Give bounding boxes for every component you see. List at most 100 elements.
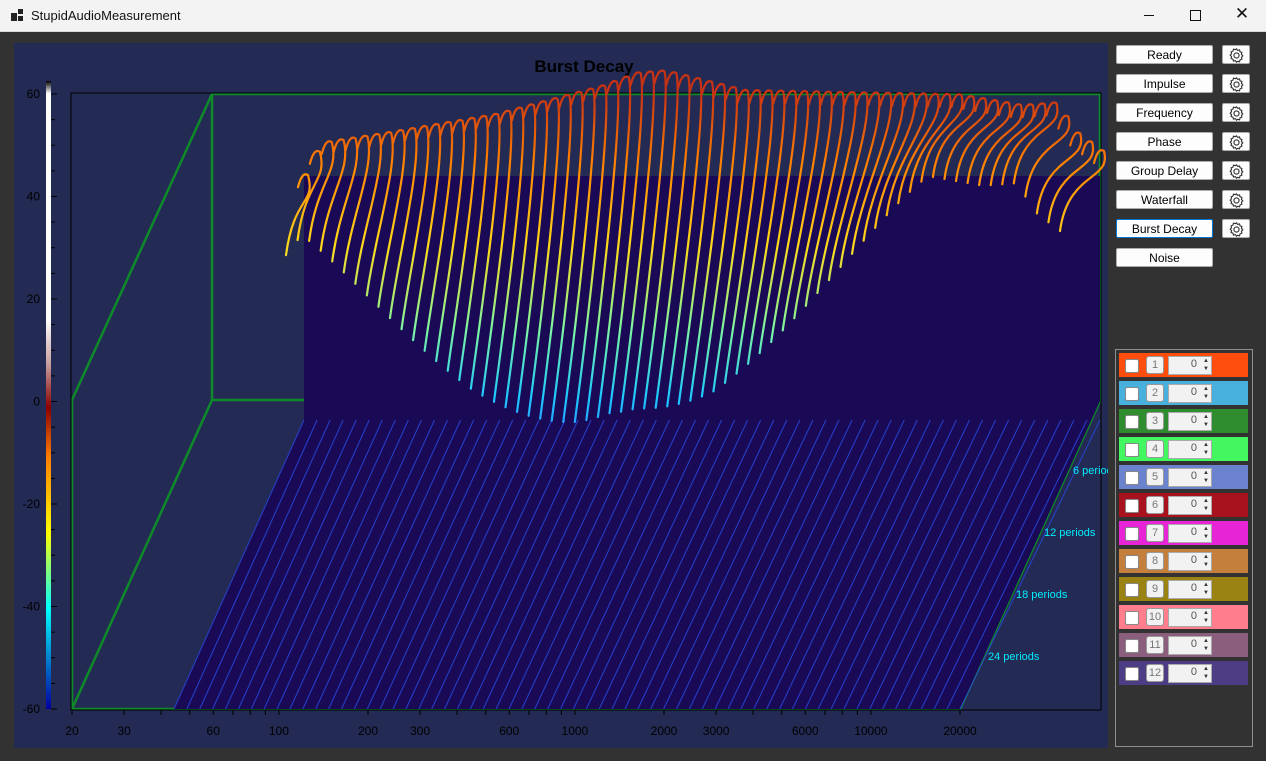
x-tick-label: 100 bbox=[269, 724, 289, 738]
channel-number: 7 bbox=[1146, 524, 1164, 542]
y-tick-label: -40 bbox=[23, 600, 41, 614]
noise-button[interactable]: Noise bbox=[1116, 248, 1213, 267]
channel-checkbox[interactable] bbox=[1125, 415, 1139, 429]
channel-offset-stepper[interactable]: 0 ▲ ▼ bbox=[1168, 356, 1212, 375]
channel-checkbox[interactable] bbox=[1125, 555, 1139, 569]
channel-checkbox[interactable] bbox=[1125, 499, 1139, 513]
channel-offset-value: 0 bbox=[1190, 666, 1197, 678]
channel-offset-stepper[interactable]: 0 ▲ ▼ bbox=[1168, 468, 1212, 487]
y-tick-label: -60 bbox=[23, 702, 41, 716]
channel-number: 11 bbox=[1146, 636, 1164, 654]
channel-offset-stepper[interactable]: 0 ▲ ▼ bbox=[1168, 440, 1212, 459]
gear-icon bbox=[1229, 134, 1244, 151]
gear-icon bbox=[1229, 192, 1244, 209]
channel-offset-stepper[interactable]: 0 ▲ ▼ bbox=[1168, 412, 1212, 431]
channel-offset-stepper[interactable]: 0 ▲ ▼ bbox=[1168, 552, 1212, 571]
spinner-arrows-icon[interactable]: ▲ ▼ bbox=[1203, 525, 1209, 541]
spinner-arrows-icon[interactable]: ▲ ▼ bbox=[1203, 441, 1209, 457]
x-tick-label: 200 bbox=[358, 724, 378, 738]
channel-row: 7 0 ▲ ▼ bbox=[1119, 521, 1248, 545]
x-tick-label: 10000 bbox=[854, 724, 888, 738]
depth-label: 18 periods bbox=[1016, 589, 1068, 601]
burst-decay-plot[interactable]: Burst Decay 60 40 20 0 -20 -40 -60 20 30 60 100 20… bbox=[14, 43, 1119, 748]
channel-offset-value: 0 bbox=[1190, 610, 1197, 622]
channel-row: 10 0 ▲ ▼ bbox=[1119, 605, 1248, 629]
spinner-arrows-icon[interactable]: ▲ ▼ bbox=[1203, 637, 1209, 653]
burst-decay-settings-button[interactable] bbox=[1222, 219, 1250, 238]
channel-checkbox[interactable] bbox=[1125, 359, 1139, 373]
channel-offset-stepper[interactable]: 0 ▲ ▼ bbox=[1168, 636, 1212, 655]
maximize-button[interactable] bbox=[1173, 0, 1219, 31]
waterfall-button[interactable]: Waterfall bbox=[1116, 190, 1213, 209]
channel-offset-stepper[interactable]: 0 ▲ ▼ bbox=[1168, 664, 1212, 683]
spinner-arrows-icon[interactable]: ▲ ▼ bbox=[1203, 609, 1209, 625]
window-title: StupidAudioMeasurement bbox=[31, 8, 181, 23]
y-tick-label: -20 bbox=[23, 497, 41, 511]
phase-settings-button[interactable] bbox=[1222, 132, 1250, 151]
channel-number: 1 bbox=[1146, 356, 1164, 374]
channel-checkbox[interactable] bbox=[1125, 583, 1139, 597]
channel-legend: 1 0 ▲ ▼ 2 0 ▲ ▼ 3 0 ▲ ▼ 4 0 ▲ ▼ 5 0 ▲ ▼ 6 0 ▲ ▼ 7 0 ▲ ▼ 8 0 ▲ ▼ 9 0 ▲ ▼ 10 0 ▲… bbox=[1115, 349, 1253, 747]
channel-offset-value: 0 bbox=[1190, 442, 1197, 454]
waterfall-settings-button[interactable] bbox=[1222, 190, 1250, 209]
channel-checkbox[interactable] bbox=[1125, 471, 1139, 485]
minimize-icon bbox=[1144, 15, 1154, 16]
channel-checkbox[interactable] bbox=[1125, 443, 1139, 457]
impulse-button[interactable]: Impulse bbox=[1116, 74, 1213, 93]
ready-button[interactable]: Ready bbox=[1116, 45, 1213, 64]
frequency-button[interactable]: Frequency bbox=[1116, 103, 1213, 122]
channel-offset-value: 0 bbox=[1190, 554, 1197, 566]
ready-settings-button[interactable] bbox=[1222, 45, 1250, 64]
close-icon: ✕ bbox=[1234, 4, 1250, 23]
spinner-arrows-icon[interactable]: ▲ ▼ bbox=[1203, 385, 1209, 401]
spinner-arrows-icon[interactable]: ▲ ▼ bbox=[1203, 665, 1209, 681]
channel-offset-stepper[interactable]: 0 ▲ ▼ bbox=[1168, 384, 1212, 403]
burst-decay-button[interactable]: Burst Decay bbox=[1116, 219, 1213, 238]
channel-checkbox[interactable] bbox=[1125, 611, 1139, 625]
x-tick-label: 1000 bbox=[562, 724, 589, 738]
frequency-settings-button[interactable] bbox=[1222, 103, 1250, 122]
channel-row: 6 0 ▲ ▼ bbox=[1119, 493, 1248, 517]
minimize-button[interactable] bbox=[1127, 0, 1173, 31]
x-tick-label: 300 bbox=[410, 724, 430, 738]
spinner-arrows-icon[interactable]: ▲ ▼ bbox=[1203, 357, 1209, 373]
channel-offset-stepper[interactable]: 0 ▲ ▼ bbox=[1168, 524, 1212, 543]
channel-checkbox[interactable] bbox=[1125, 639, 1139, 653]
channel-checkbox[interactable] bbox=[1125, 387, 1139, 401]
spinner-arrows-icon[interactable]: ▲ ▼ bbox=[1203, 581, 1209, 597]
x-tick-label: 600 bbox=[499, 724, 519, 738]
decay-curve bbox=[943, 97, 988, 181]
channel-number: 5 bbox=[1146, 468, 1164, 486]
channel-offset-stepper[interactable]: 0 ▲ ▼ bbox=[1168, 496, 1212, 515]
spinner-arrows-icon[interactable]: ▲ ▼ bbox=[1203, 497, 1209, 513]
spinner-arrows-icon[interactable]: ▲ ▼ bbox=[1203, 469, 1209, 485]
spinner-arrows-icon[interactable]: ▲ ▼ bbox=[1203, 553, 1209, 569]
maximize-icon bbox=[1190, 10, 1201, 21]
channel-row: 9 0 ▲ ▼ bbox=[1119, 577, 1248, 601]
channel-offset-stepper[interactable]: 0 ▲ ▼ bbox=[1168, 608, 1212, 627]
group-delay-button[interactable]: Group Delay bbox=[1116, 161, 1213, 180]
channel-row: 5 0 ▲ ▼ bbox=[1119, 465, 1248, 489]
channel-number: 6 bbox=[1146, 496, 1164, 514]
close-button[interactable]: ✕ bbox=[1219, 0, 1265, 31]
channel-checkbox[interactable] bbox=[1125, 527, 1139, 541]
channel-number: 4 bbox=[1146, 440, 1164, 458]
group-delay-settings-button[interactable] bbox=[1222, 161, 1250, 180]
x-axis: 20 30 60 100 200 300 600 1000 2000 3000 6000 10000 2… bbox=[65, 710, 977, 738]
decay-curve bbox=[954, 99, 1000, 183]
y-tick-label: 0 bbox=[33, 395, 40, 409]
channel-offset-value: 0 bbox=[1190, 386, 1197, 398]
impulse-settings-button[interactable] bbox=[1222, 74, 1250, 93]
channel-checkbox[interactable] bbox=[1125, 667, 1139, 681]
gear-icon bbox=[1229, 105, 1244, 122]
phase-button[interactable]: Phase bbox=[1116, 132, 1213, 151]
channel-number: 8 bbox=[1146, 552, 1164, 570]
channel-number: 10 bbox=[1146, 608, 1164, 626]
x-tick-label: 2000 bbox=[651, 724, 678, 738]
burst-decay-chart: Burst Decay 6040200-20-40-60 20 30 60 100 20… bbox=[23, 57, 1119, 738]
channel-offset-stepper[interactable]: 0 ▲ ▼ bbox=[1168, 580, 1212, 599]
spinner-arrows-icon[interactable]: ▲ ▼ bbox=[1203, 413, 1209, 429]
channel-number: 3 bbox=[1146, 412, 1164, 430]
decay-curve bbox=[966, 101, 1012, 185]
y-tick-label: 20 bbox=[27, 292, 41, 306]
